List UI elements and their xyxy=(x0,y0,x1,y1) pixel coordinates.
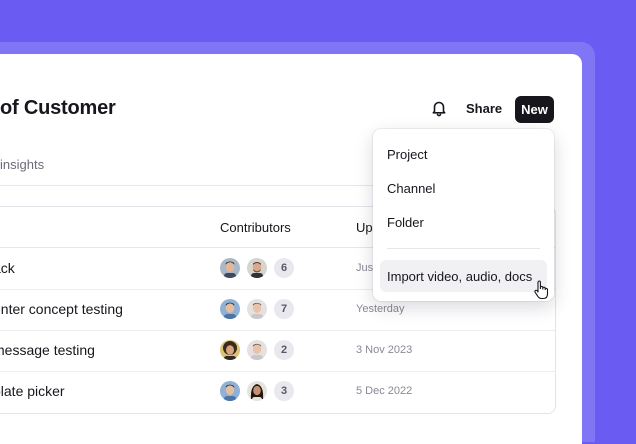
avatar xyxy=(220,258,240,278)
avatar xyxy=(247,258,267,278)
avatar xyxy=(247,299,267,319)
menu-item-project[interactable]: Project xyxy=(387,147,427,162)
row-name[interactable]: enter concept testing xyxy=(0,301,123,317)
column-header-contributors[interactable]: Contributors xyxy=(220,220,291,235)
avatar xyxy=(220,340,240,360)
row-updated: 5 Dec 2022 xyxy=(356,385,413,397)
new-button[interactable]: New xyxy=(515,96,554,123)
contributor-count: 2 xyxy=(274,340,294,360)
contributor-count: 7 xyxy=(274,299,294,319)
menu-item-folder[interactable]: Folder xyxy=(387,215,424,230)
row-updated: Yesterday xyxy=(356,303,405,315)
contributor-count: 3 xyxy=(274,381,294,401)
menu-item-import-label: Import video, audio, docs xyxy=(387,269,533,284)
row-updated: 3 Nov 2023 xyxy=(356,344,413,356)
table-row[interactable]: message testing 2 3 Nov 2023 xyxy=(0,330,555,372)
column-header-updated[interactable]: Up xyxy=(356,220,373,235)
table-row[interactable]: plate picker 3 5 Dec 2022 xyxy=(0,371,555,412)
tab-insights[interactable]: insights xyxy=(0,157,44,172)
page-title: of Customer xyxy=(0,97,116,119)
menu-separator xyxy=(387,248,540,249)
menu-item-channel[interactable]: Channel xyxy=(387,181,435,196)
avatar xyxy=(220,299,240,319)
share-button[interactable]: Share xyxy=(460,99,508,119)
hand-pointer-icon xyxy=(533,280,549,300)
row-name[interactable]: plate picker xyxy=(0,383,65,399)
menu-item-import[interactable]: Import video, audio, docs xyxy=(380,260,547,292)
avatar xyxy=(220,381,240,401)
row-name[interactable]: message testing xyxy=(0,342,95,358)
contributor-count: 6 xyxy=(274,258,294,278)
avatar xyxy=(247,340,267,360)
row-name[interactable]: ack xyxy=(0,260,15,276)
avatar xyxy=(247,381,267,401)
bell-icon[interactable] xyxy=(430,99,448,117)
new-menu-dropdown: Project Channel Folder Import video, aud… xyxy=(373,129,554,301)
row-updated: Jus xyxy=(356,262,374,274)
